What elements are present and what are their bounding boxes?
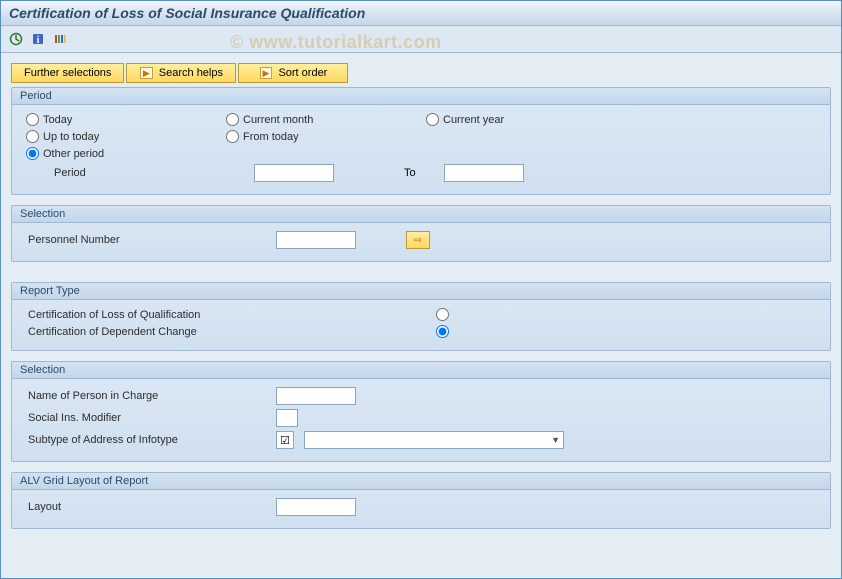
arrow-right-icon: ⇨ <box>414 235 422 246</box>
subtype-checkbox[interactable]: ☑ <box>276 431 294 449</box>
layout-label: Layout <box>26 501 266 513</box>
main-window: Certification of Loss of Social Insuranc… <box>0 0 842 579</box>
radio-up-to-today-label: Up to today <box>43 131 99 143</box>
period-to-label: To <box>404 167 434 179</box>
sort-order-label: Sort order <box>278 67 327 79</box>
radio-from-today-input[interactable] <box>226 130 239 143</box>
alv-legend: ALV Grid Layout of Report <box>12 473 830 490</box>
cert-dependent-label: Certification of Dependent Change <box>26 326 426 338</box>
selection2-group: Selection Name of Person in Charge Socia… <box>11 361 831 462</box>
app-toolbar: i <box>1 26 841 53</box>
radio-from-today-label: From today <box>243 131 299 143</box>
radio-current-month[interactable]: Current month <box>226 113 426 126</box>
content-area: Further selections ▶ Search helps ▶ Sort… <box>1 53 841 578</box>
cert-loss-label: Certification of Loss of Qualification <box>26 309 426 321</box>
radio-current-year-input[interactable] <box>426 113 439 126</box>
social-ins-modifier-input[interactable] <box>276 409 298 427</box>
radio-up-to-today-input[interactable] <box>26 130 39 143</box>
radio-other-period-label: Other period <box>43 148 104 160</box>
radio-today-input[interactable] <box>26 113 39 126</box>
radio-today[interactable]: Today <box>26 113 226 126</box>
variant-icon[interactable] <box>51 30 69 48</box>
person-in-charge-label: Name of Person in Charge <box>26 390 266 402</box>
radio-current-month-input[interactable] <box>226 113 239 126</box>
personnel-number-label: Personnel Number <box>26 234 266 246</box>
radio-other-period-input[interactable] <box>26 147 39 160</box>
window-title: Certification of Loss of Social Insuranc… <box>1 1 841 26</box>
social-ins-modifier-label: Social Ins. Modifier <box>26 412 266 424</box>
arrow-right-icon: ▶ <box>140 67 153 79</box>
sort-order-button[interactable]: ▶ Sort order <box>238 63 348 83</box>
radio-today-label: Today <box>43 114 72 126</box>
chevron-down-icon: ▼ <box>551 435 560 445</box>
alv-group: ALV Grid Layout of Report Layout <box>11 472 831 529</box>
radio-current-year-label: Current year <box>443 114 504 126</box>
radio-current-year[interactable]: Current year <box>426 113 626 126</box>
execute-icon[interactable] <box>7 30 25 48</box>
period-group: Period Today Current month Current year <box>11 87 831 195</box>
personnel-number-input[interactable] <box>276 231 356 249</box>
selection-buttons-row: Further selections ▶ Search helps ▶ Sort… <box>11 63 831 83</box>
radio-other-period[interactable]: Other period <box>26 147 226 160</box>
radio-from-today[interactable]: From today <box>226 130 426 143</box>
radio-cert-dependent[interactable] <box>436 325 449 338</box>
report-type-legend: Report Type <box>12 283 830 300</box>
radio-up-to-today[interactable]: Up to today <box>26 130 226 143</box>
person-in-charge-input[interactable] <box>276 387 356 405</box>
report-type-group: Report Type Certification of Loss of Qua… <box>11 282 831 351</box>
period-legend: Period <box>12 88 830 105</box>
info-icon[interactable]: i <box>29 30 47 48</box>
arrow-right-icon: ▶ <box>260 67 273 79</box>
selection1-legend: Selection <box>12 206 830 223</box>
search-helps-label: Search helps <box>159 67 223 79</box>
subtype-address-label: Subtype of Address of Infotype <box>26 434 266 446</box>
subtype-dropdown[interactable]: ▼ <box>304 431 564 449</box>
further-selections-button[interactable]: Further selections <box>11 63 124 83</box>
search-helps-button[interactable]: ▶ Search helps <box>126 63 236 83</box>
multiple-selection-button[interactable]: ⇨ <box>406 231 430 249</box>
period-to-input[interactable] <box>444 164 524 182</box>
radio-current-month-label: Current month <box>243 114 313 126</box>
radio-cert-loss[interactable] <box>436 308 449 321</box>
svg-text:i: i <box>37 35 40 46</box>
layout-input[interactable] <box>276 498 356 516</box>
selection2-legend: Selection <box>12 362 830 379</box>
further-selections-label: Further selections <box>24 67 111 79</box>
selection1-group: Selection Personnel Number ⇨ <box>11 205 831 262</box>
period-field-label: Period <box>26 167 106 179</box>
period-from-input[interactable] <box>254 164 334 182</box>
